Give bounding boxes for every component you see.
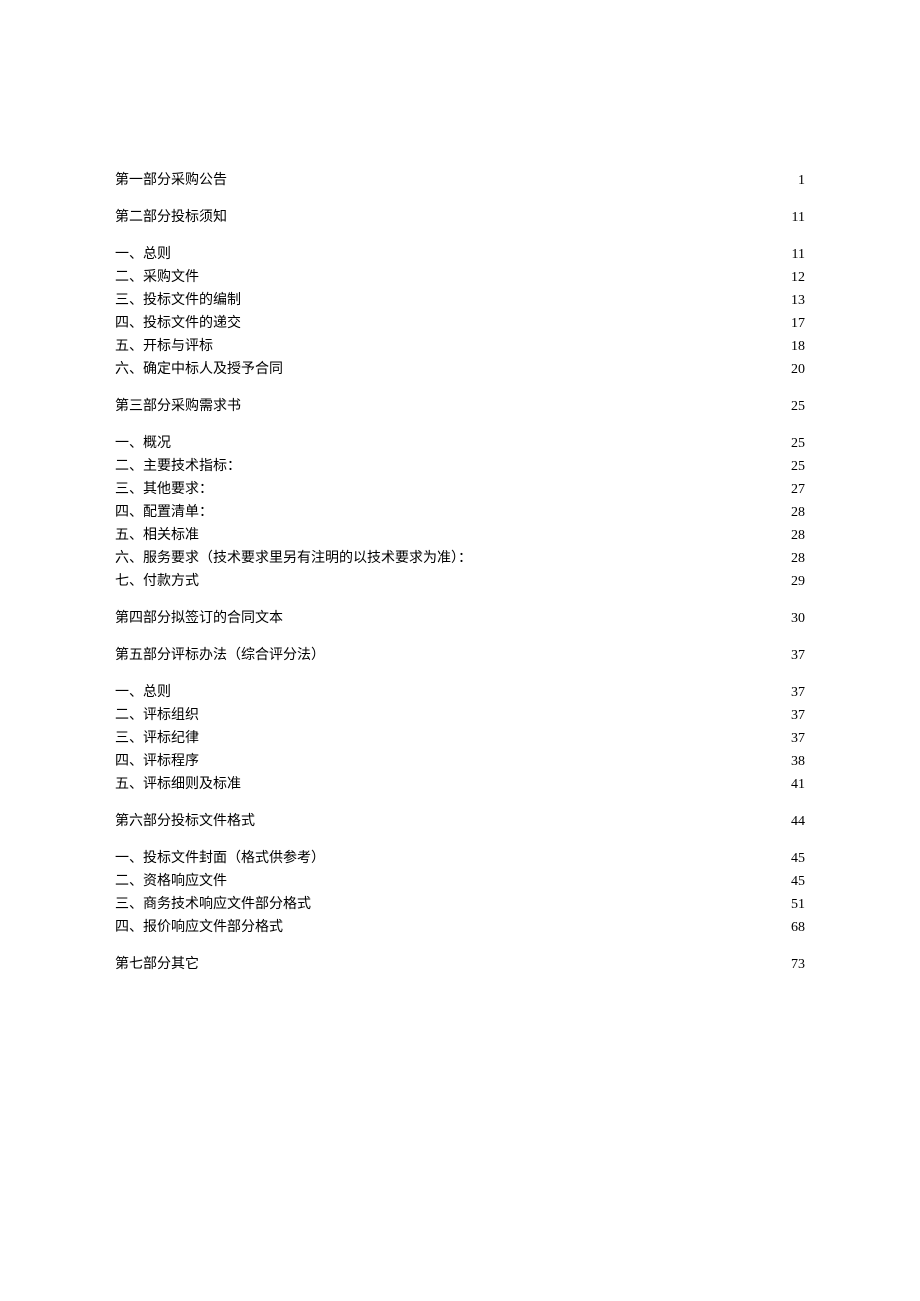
toc-entry-label: 五、评标细则及标准 xyxy=(115,774,241,795)
toc-sub-entry: 七、付款方式 29 xyxy=(115,571,805,592)
toc-sub-entry: 二、主要技术指标： 25 xyxy=(115,456,805,477)
toc-sub-entry: 二、评标组织 37 xyxy=(115,705,805,726)
toc-sub-entry: 四、配置清单： 28 xyxy=(115,502,805,523)
toc-sub-entry: 四、评标程序 38 xyxy=(115,751,805,772)
toc-sub-entry: 五、开标与评标 18 xyxy=(115,336,805,357)
toc-entry-label: 第三部分采购需求书 xyxy=(115,396,241,417)
toc-entry-label: 第五部分评标办法（综合评分法） xyxy=(115,645,325,666)
table-of-contents: 第一部分采购公告1第二部分投标须知11一、总则11二、采购文件12三、投标文件的… xyxy=(115,170,805,975)
toc-gap xyxy=(115,419,805,433)
toc-entry-label: 一、概况 xyxy=(115,433,171,454)
toc-entry-page: 45 xyxy=(785,871,805,892)
toc-entry-page: 25 xyxy=(785,433,805,454)
toc-entry-page: 11 xyxy=(785,207,805,228)
toc-sub-entry: 一、概况 25 xyxy=(115,433,805,454)
toc-entry-page: 11 xyxy=(785,244,805,265)
toc-sub-entry: 一、总则 37 xyxy=(115,682,805,703)
toc-entry-label: 六、服务要求（技术要求里另有注明的以技术要求为准）： xyxy=(115,548,472,569)
toc-sub-entry: 一、投标文件封面（格式供参考） 45 xyxy=(115,848,805,869)
toc-main-entry: 第一部分采购公告 1 xyxy=(115,170,805,191)
toc-entry-page: 37 xyxy=(785,705,805,726)
toc-entry-label: 四、报价响应文件部分格式 xyxy=(115,917,283,938)
toc-gap xyxy=(115,797,805,811)
toc-sub-entry: 五、评标细则及标准 41 xyxy=(115,774,805,795)
toc-entry-page: 12 xyxy=(785,267,805,288)
toc-main-entry: 第三部分采购需求书 25 xyxy=(115,396,805,417)
toc-entry-label: 一、投标文件封面（格式供参考） xyxy=(115,848,325,869)
toc-entry-page: 45 xyxy=(785,848,805,869)
toc-entry-page: 44 xyxy=(785,811,805,832)
toc-main-entry: 第二部分投标须知 11 xyxy=(115,207,805,228)
toc-entry-page: 41 xyxy=(785,774,805,795)
toc-entry-page: 68 xyxy=(785,917,805,938)
toc-entry-label: 二、采购文件 xyxy=(115,267,199,288)
toc-entry-page: 51 xyxy=(785,894,805,915)
toc-entry-page: 18 xyxy=(785,336,805,357)
toc-entry-label: 三、商务技术响应文件部分格式 xyxy=(115,894,311,915)
toc-entry-page: 29 xyxy=(785,571,805,592)
toc-main-entry: 第七部分其它 73 xyxy=(115,954,805,975)
toc-entry-page: 13 xyxy=(785,290,805,311)
toc-entry-page: 73 xyxy=(785,954,805,975)
toc-main-entry: 第六部分投标文件格式 44 xyxy=(115,811,805,832)
toc-entry-label: 三、投标文件的编制 xyxy=(115,290,241,311)
toc-entry-label: 五、相关标准 xyxy=(115,525,199,546)
toc-sub-entry: 一、总则 11 xyxy=(115,244,805,265)
toc-entry-page: 25 xyxy=(785,456,805,477)
toc-sub-entry: 三、评标纪律 37 xyxy=(115,728,805,749)
toc-entry-label: 一、总则 xyxy=(115,682,171,703)
toc-gap xyxy=(115,594,805,608)
toc-entry-label: 第一部分采购公告 xyxy=(115,170,227,191)
toc-entry-page: 17 xyxy=(785,313,805,334)
toc-entry-label: 六、确定中标人及授予合同 xyxy=(115,359,283,380)
toc-entry-label: 一、总则 xyxy=(115,244,171,265)
toc-entry-label: 二、主要技术指标： xyxy=(115,456,241,477)
toc-main-entry: 第五部分评标办法（综合评分法） 37 xyxy=(115,645,805,666)
toc-entry-label: 三、其他要求： xyxy=(115,479,213,500)
toc-entry-label: 四、配置清单： xyxy=(115,502,213,523)
toc-entry-page: 30 xyxy=(785,608,805,629)
toc-entry-page: 28 xyxy=(785,502,805,523)
toc-main-entry: 第四部分拟签订的合同文本 30 xyxy=(115,608,805,629)
toc-sub-entry: 四、报价响应文件部分格式 68 xyxy=(115,917,805,938)
toc-entry-page: 37 xyxy=(785,728,805,749)
toc-entry-label: 第四部分拟签订的合同文本 xyxy=(115,608,283,629)
toc-gap xyxy=(115,668,805,682)
toc-entry-page: 38 xyxy=(785,751,805,772)
toc-sub-entry: 四、投标文件的递交 17 xyxy=(115,313,805,334)
toc-sub-entry: 三、投标文件的编制 13 xyxy=(115,290,805,311)
toc-entry-page: 28 xyxy=(785,525,805,546)
toc-entry-page: 1 xyxy=(785,170,805,191)
toc-gap xyxy=(115,940,805,954)
toc-entry-label: 第六部分投标文件格式 xyxy=(115,811,255,832)
toc-entry-label: 四、投标文件的递交 xyxy=(115,313,241,334)
toc-entry-page: 28 xyxy=(785,548,805,569)
toc-gap xyxy=(115,193,805,207)
toc-sub-entry: 二、采购文件 12 xyxy=(115,267,805,288)
toc-entry-label: 七、付款方式 xyxy=(115,571,199,592)
toc-entry-page: 20 xyxy=(785,359,805,380)
toc-sub-entry: 二、资格响应文件 45 xyxy=(115,871,805,892)
toc-gap xyxy=(115,834,805,848)
toc-entry-page: 27 xyxy=(785,479,805,500)
toc-entry-label: 第二部分投标须知 xyxy=(115,207,227,228)
toc-entry-page: 25 xyxy=(785,396,805,417)
toc-sub-entry: 五、相关标准 28 xyxy=(115,525,805,546)
toc-sub-entry: 三、其他要求： 27 xyxy=(115,479,805,500)
toc-sub-entry: 三、商务技术响应文件部分格式 51 xyxy=(115,894,805,915)
toc-entry-label: 三、评标纪律 xyxy=(115,728,199,749)
toc-gap xyxy=(115,230,805,244)
toc-sub-entry: 六、确定中标人及授予合同 20 xyxy=(115,359,805,380)
toc-gap xyxy=(115,382,805,396)
toc-sub-entry: 六、服务要求（技术要求里另有注明的以技术要求为准）： 28 xyxy=(115,548,805,569)
toc-entry-label: 二、资格响应文件 xyxy=(115,871,227,892)
toc-entry-label: 第七部分其它 xyxy=(115,954,199,975)
toc-entry-page: 37 xyxy=(785,682,805,703)
toc-entry-label: 二、评标组织 xyxy=(115,705,199,726)
toc-gap xyxy=(115,631,805,645)
toc-entry-label: 四、评标程序 xyxy=(115,751,199,772)
toc-entry-page: 37 xyxy=(785,645,805,666)
toc-entry-label: 五、开标与评标 xyxy=(115,336,213,357)
